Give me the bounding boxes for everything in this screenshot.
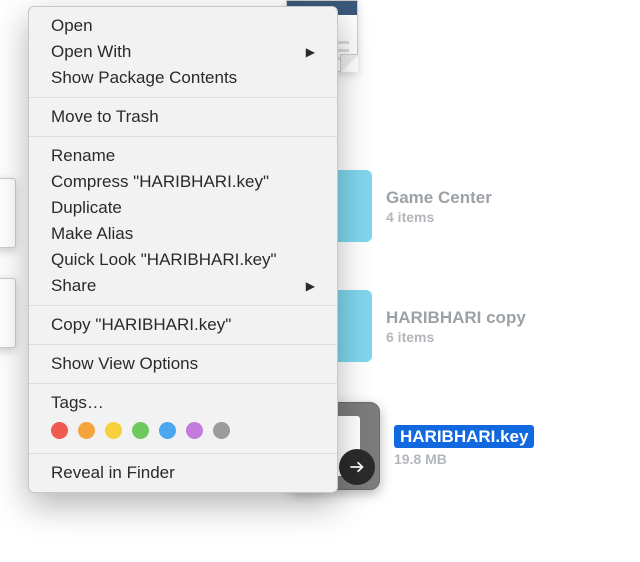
menu-separator	[29, 305, 337, 306]
menu-move-to-trash[interactable]: Move to Trash	[29, 104, 337, 130]
menu-show-view-options[interactable]: Show View Options	[29, 351, 337, 377]
item-subtitle: 6 items	[386, 329, 526, 345]
item-subtitle: 19.8 MB	[394, 451, 534, 467]
tag-purple[interactable]	[186, 422, 203, 439]
menu-separator	[29, 97, 337, 98]
tag-blue[interactable]	[159, 422, 176, 439]
tag-red[interactable]	[51, 422, 68, 439]
menu-open[interactable]: Open	[29, 13, 337, 39]
arrow-right-icon	[339, 449, 375, 485]
menu-quick-look[interactable]: Quick Look "HARIBHARI.key"	[29, 247, 337, 273]
chevron-right-icon: ▶	[306, 279, 315, 293]
menu-tags[interactable]: Tags…	[29, 390, 337, 416]
context-menu: Open Open With ▶ Show Package Contents M…	[28, 6, 338, 493]
tag-yellow[interactable]	[105, 422, 122, 439]
menu-separator	[29, 136, 337, 137]
menu-copy[interactable]: Copy "HARIBHARI.key"	[29, 312, 337, 338]
menu-share[interactable]: Share ▶	[29, 273, 337, 299]
menu-show-package-contents[interactable]: Show Package Contents	[29, 65, 337, 91]
tag-orange[interactable]	[78, 422, 95, 439]
partial-item-1[interactable]	[0, 178, 16, 248]
menu-separator	[29, 344, 337, 345]
partial-item-2[interactable]	[0, 278, 16, 348]
chevron-right-icon: ▶	[306, 45, 315, 59]
item-subtitle: 4 items	[386, 209, 492, 225]
item-label: Game Center	[386, 187, 492, 208]
item-label: HARIBHARI copy	[386, 307, 526, 328]
menu-separator	[29, 383, 337, 384]
menu-separator	[29, 453, 337, 454]
menu-open-with[interactable]: Open With ▶	[29, 39, 337, 65]
tag-green[interactable]	[132, 422, 149, 439]
tag-gray[interactable]	[213, 422, 230, 439]
menu-reveal-in-finder[interactable]: Reveal in Finder	[29, 460, 337, 486]
menu-rename[interactable]: Rename	[29, 143, 337, 169]
item-label: HARIBHARI.key	[394, 425, 534, 448]
menu-duplicate[interactable]: Duplicate	[29, 195, 337, 221]
menu-make-alias[interactable]: Make Alias	[29, 221, 337, 247]
tag-colors-row	[29, 416, 337, 447]
menu-compress[interactable]: Compress "HARIBHARI.key"	[29, 169, 337, 195]
